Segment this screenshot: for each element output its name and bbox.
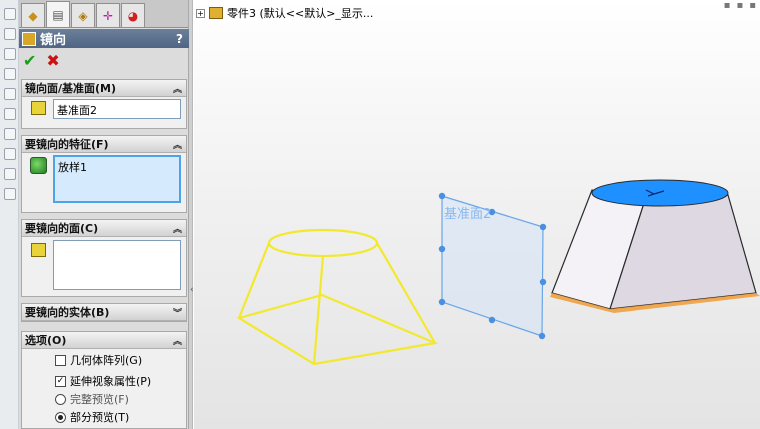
graphics-area[interactable]: + 零件3 (默认<<默认>_显示... ▪ ▪ ▪ 基准面2 xyxy=(194,0,760,429)
view-top-icon[interactable] xyxy=(4,88,16,100)
view-iso-icon[interactable] xyxy=(4,128,16,140)
faces-group-header[interactable]: 要镜向的面(C) ︽ xyxy=(22,220,186,237)
options-group: 选项(O) ︽ 几何体阵列(G) ✓ 延伸视象属性(P) 完整预览(F) 部分预… xyxy=(21,331,187,429)
configuration-manager-tab[interactable]: ◈ xyxy=(71,3,95,27)
features-group-title: 要镜向的特征(F) xyxy=(25,138,109,151)
full-preview-label: 完整预览(F) xyxy=(70,393,129,406)
plane-selection-icon xyxy=(31,101,46,115)
ok-cancel-bar: ✔ ✖ xyxy=(23,51,60,70)
help-button[interactable]: ? xyxy=(176,32,183,46)
bodies-group-title: 要镜向的实体(B) xyxy=(25,306,110,319)
property-manager-tab[interactable]: ▤ xyxy=(46,1,70,27)
features-group-header[interactable]: 要镜向的特征(F) ︽ xyxy=(22,136,186,153)
property-manager: ◆ ▤ ◈ ✛ ◕ 镜向 ? ✔ ✖ 镜向面/基准面(M) ︽ 基准面2 要镜向… xyxy=(19,0,189,429)
geometry-pattern-label: 几何体阵列(G) xyxy=(70,354,143,367)
configuration-manager-icon: ◈ xyxy=(78,8,88,23)
faces-to-mirror-group: 要镜向的面(C) ︽ xyxy=(21,219,187,297)
plane-handle[interactable] xyxy=(539,223,547,231)
panel-splitter[interactable] xyxy=(189,0,193,429)
full-preview-option[interactable]: 完整预览(F) xyxy=(55,391,129,407)
feature-manager-icon: ◆ xyxy=(28,8,38,23)
partial-preview-option[interactable]: 部分预览(T) xyxy=(55,409,129,425)
display-manager-tab[interactable]: ◕ xyxy=(121,3,145,27)
mirror-feature-icon xyxy=(22,31,36,46)
collapse-chevron-icon[interactable]: ︽ xyxy=(173,138,182,151)
property-manager-icon: ▤ xyxy=(52,7,64,22)
options-group-title: 选项(O) xyxy=(25,334,67,347)
collapse-chevron-icon[interactable]: ︽ xyxy=(173,334,182,347)
reference-tool-icon[interactable] xyxy=(4,168,16,180)
bodies-group-header[interactable]: 要镜向的实体(B) ︾ xyxy=(22,304,186,321)
view-right-icon[interactable] xyxy=(4,68,16,80)
feature-selection-icon xyxy=(30,157,47,174)
ok-button[interactable]: ✔ xyxy=(23,51,36,70)
mirror-plane-group: 镜向面/基准面(M) ︽ 基准面2 xyxy=(21,79,187,129)
view-bottom-icon[interactable] xyxy=(4,108,16,120)
sketch-tool-icon[interactable] xyxy=(4,148,16,160)
cancel-button[interactable]: ✖ xyxy=(46,51,59,70)
mirror-plane-group-title: 镜向面/基准面(M) xyxy=(25,82,117,95)
collapse-chevron-icon[interactable]: ︽ xyxy=(173,222,182,235)
bodies-to-mirror-group: 要镜向的实体(B) ︾ xyxy=(21,303,187,322)
partial-preview-label: 部分预览(T) xyxy=(70,411,130,424)
face-selection-icon xyxy=(31,243,46,257)
partial-preview-radio[interactable] xyxy=(55,411,66,423)
faces-list[interactable] xyxy=(53,240,181,290)
manager-tabs: ◆ ▤ ◈ ✛ ◕ xyxy=(19,0,188,28)
reference-plane[interactable]: 基准面2 xyxy=(438,192,547,340)
plane-label: 基准面2 xyxy=(444,207,491,222)
display-manager-icon: ◕ xyxy=(127,8,139,23)
dimxpert-icon: ✛ xyxy=(102,8,114,23)
selected-top-face[interactable] xyxy=(591,179,729,207)
propagate-visual-option[interactable]: ✓ 延伸视象属性(P) xyxy=(55,373,151,389)
plane-handle[interactable] xyxy=(488,316,496,324)
plane-handle[interactable] xyxy=(438,298,446,306)
options-group-header[interactable]: 选项(O) ︽ xyxy=(22,332,186,349)
dimxpert-tab[interactable]: ✛ xyxy=(96,3,120,27)
feature-item-loft1[interactable]: 放样1 xyxy=(58,159,176,175)
view-toolstrip xyxy=(0,0,19,429)
loft-solid-body[interactable] xyxy=(550,179,760,313)
mirror-plane-group-header[interactable]: 镜向面/基准面(M) ︽ xyxy=(22,80,186,97)
features-to-mirror-group: 要镜向的特征(F) ︽ 放样1 xyxy=(21,135,187,213)
propagate-visual-label: 延伸视象属性(P) xyxy=(70,375,152,388)
mirror-title: 镜向 xyxy=(40,33,67,48)
full-preview-radio[interactable] xyxy=(55,393,66,405)
plane-handle[interactable] xyxy=(438,245,446,253)
collapse-chevron-icon[interactable]: ︽ xyxy=(173,82,182,95)
feature-manager-tab[interactable]: ◆ xyxy=(21,3,45,27)
faces-group-title: 要镜向的面(C) xyxy=(25,222,99,235)
mirror-preview-wireframe xyxy=(236,228,439,366)
propagate-visual-checkbox[interactable]: ✓ xyxy=(55,375,66,387)
view-front-icon[interactable] xyxy=(4,8,16,20)
plane-handle[interactable] xyxy=(538,332,546,340)
mirror-header: 镜向 ? xyxy=(19,29,189,48)
features-list[interactable]: 放样1 xyxy=(53,155,181,203)
view-left-icon[interactable] xyxy=(4,48,16,60)
view-back-icon[interactable] xyxy=(4,28,16,40)
expand-chevron-icon[interactable]: ︾ xyxy=(173,306,182,319)
geometry-pattern-checkbox[interactable] xyxy=(55,354,66,366)
layer-tool-icon[interactable] xyxy=(4,188,16,200)
mirror-plane-field[interactable]: 基准面2 xyxy=(53,99,181,119)
plane-handle[interactable] xyxy=(539,278,547,286)
model-scene: 基准面2 xyxy=(236,179,760,366)
plane-handle[interactable] xyxy=(438,192,446,200)
geometry-pattern-option[interactable]: 几何体阵列(G) xyxy=(55,352,142,368)
